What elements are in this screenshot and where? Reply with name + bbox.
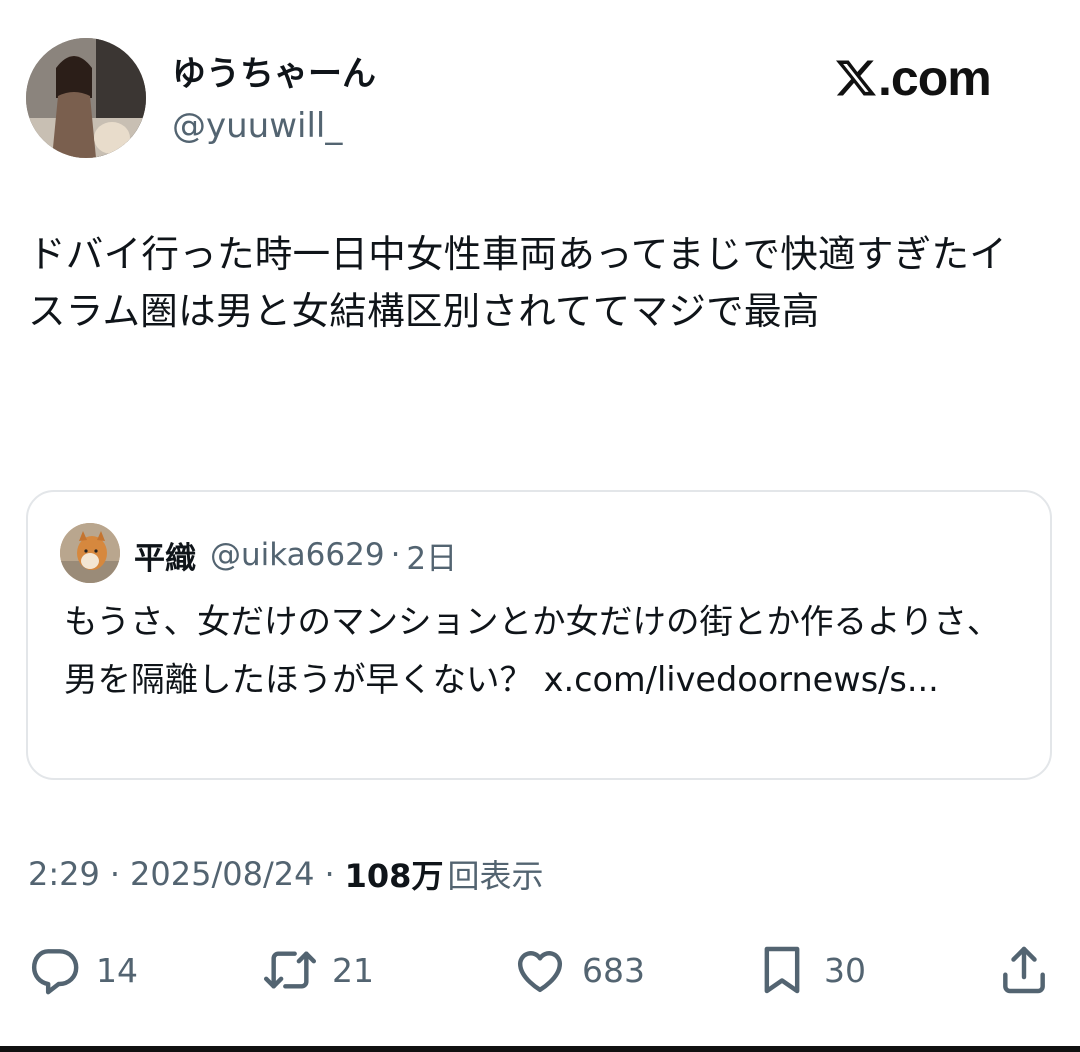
- author-avatar-photo: [26, 38, 146, 158]
- quoted-separator: ·: [390, 537, 401, 573]
- repost-count: 21: [332, 950, 374, 990]
- reply-button[interactable]: 14: [26, 940, 138, 1000]
- like-count: 683: [582, 950, 645, 990]
- repost-button[interactable]: 21: [262, 940, 374, 1000]
- author-handle[interactable]: @yuuwill_: [172, 104, 342, 148]
- author-avatar[interactable]: [26, 38, 146, 158]
- quoted-author-avatar[interactable]: [60, 523, 120, 583]
- views-count: 108万: [344, 857, 444, 895]
- quoted-post-header: 平織 @uika6629 · 2日: [134, 533, 457, 577]
- quoted-author-handle[interactable]: @uika6629: [210, 537, 385, 573]
- post-date[interactable]: 2025/08/24: [130, 855, 314, 893]
- meta-separator: ·: [324, 855, 335, 893]
- x-logo-text: .com: [878, 50, 992, 106]
- x-logo: .com: [836, 50, 992, 106]
- reply-count: 14: [96, 950, 138, 990]
- reply-icon: [31, 949, 79, 995]
- quoted-post-text: もうさ、女だけのマンションとか女だけの街とか作るよりさ、男を隔離したほうが早くな…: [64, 602, 1001, 699]
- views-label: 回表示: [447, 857, 544, 895]
- heart-icon: [517, 951, 563, 993]
- bookmark-button[interactable]: 30: [754, 940, 866, 1000]
- meta-separator: ·: [109, 855, 121, 893]
- post-metadata: 2:29 · 2025/08/24 · 108万 回表示: [28, 850, 543, 898]
- bookmark-count: 30: [824, 950, 866, 990]
- share-button[interactable]: [996, 940, 1052, 1000]
- author-display-name[interactable]: ゆうちゃーん: [172, 52, 376, 96]
- share-icon: [1003, 946, 1045, 994]
- like-button[interactable]: 683: [512, 940, 645, 1000]
- bottom-edge-bar: [0, 1046, 1080, 1052]
- x-logo-icon: [836, 60, 876, 96]
- quoted-avatar-photo: [60, 523, 120, 583]
- quoted-post-card[interactable]: 平織 @uika6629 · 2日 もうさ、女だけのマンションとか女だけの街とか…: [26, 490, 1052, 780]
- repost-icon: [263, 951, 317, 989]
- post-time[interactable]: 2:29: [28, 855, 100, 893]
- quoted-post-time[interactable]: 2日: [406, 533, 457, 578]
- post-text: ドバイ行った時一日中女性車両あってまじで快適すぎたイスラム圏は男と女結構区別され…: [28, 232, 1008, 333]
- quoted-author-name[interactable]: 平織: [134, 533, 196, 578]
- bookmark-icon: [764, 946, 800, 994]
